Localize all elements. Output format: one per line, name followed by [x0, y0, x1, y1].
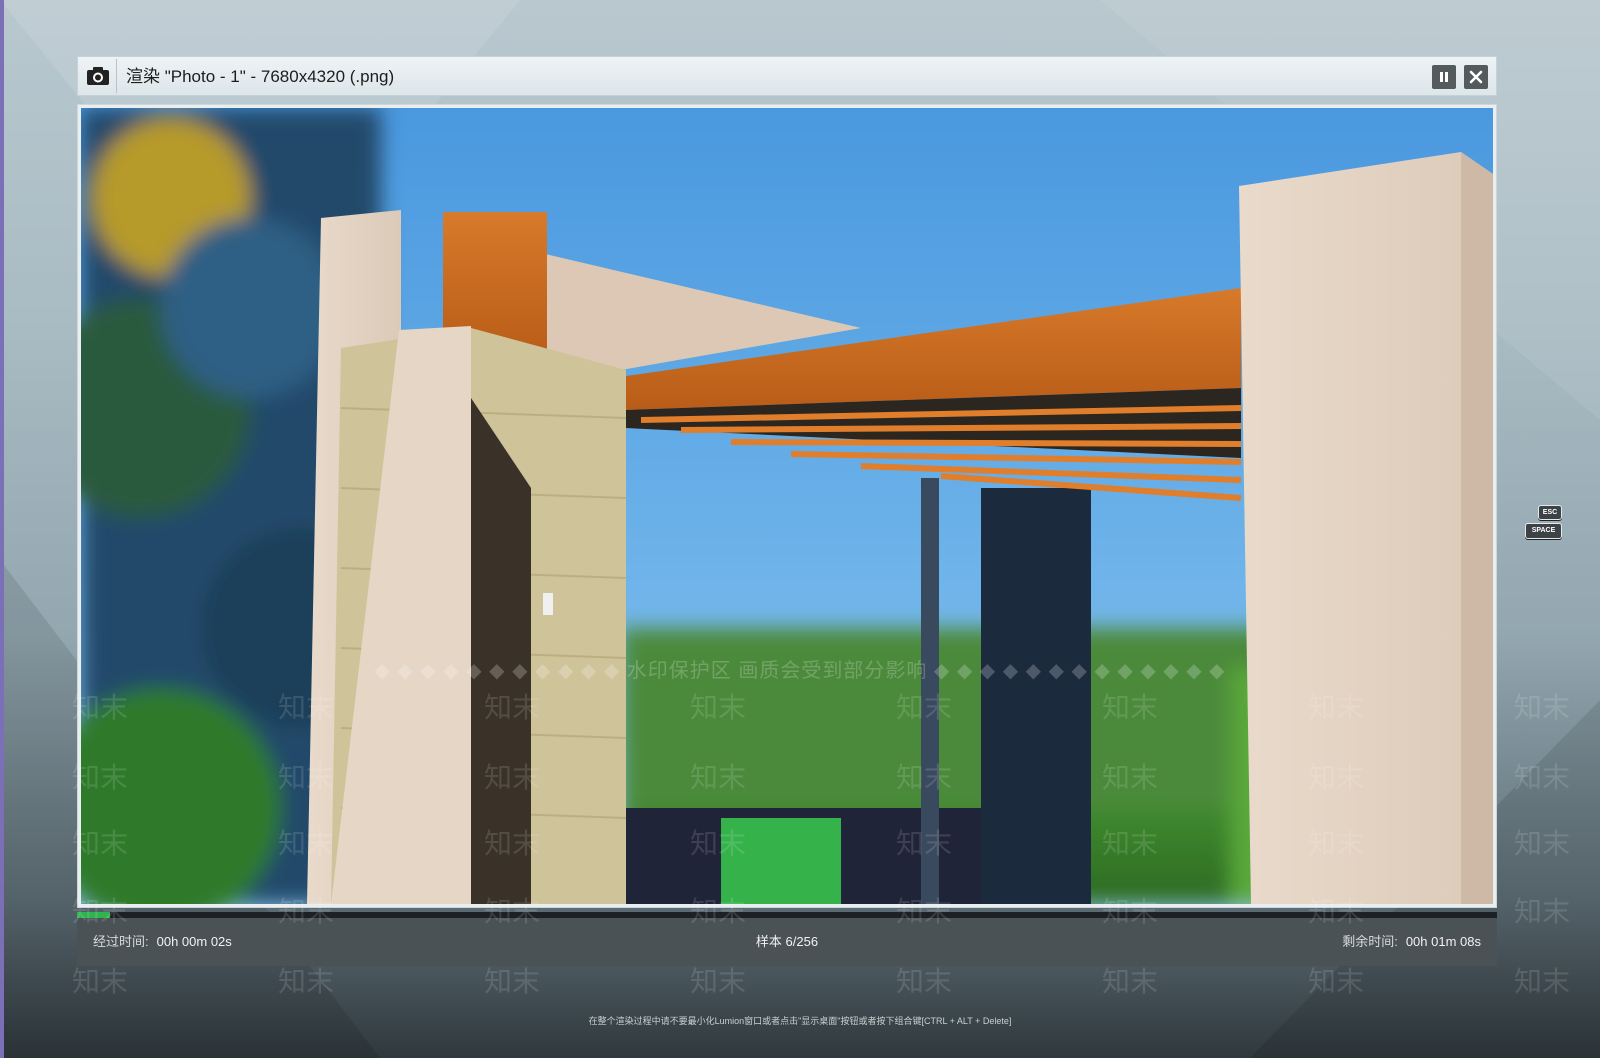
remaining-value: 00h 01m 08s [1405, 934, 1481, 949]
render-preview-frame [77, 104, 1497, 908]
remaining-time: 剩余时间: 00h 01m 08s [1342, 918, 1481, 966]
desktop-edge [0, 0, 4, 1058]
watermark-text: 知末 [1102, 965, 1159, 998]
elapsed-label: 经过时间: [93, 934, 149, 949]
close-icon [1469, 70, 1483, 84]
pause-button[interactable] [1432, 65, 1456, 89]
watermark-text: 知末 [484, 965, 541, 998]
watermark-text: 知末 [690, 965, 747, 998]
window-title: 渲染 "Photo - 1" - 7680x4320 (.png) [126, 67, 395, 86]
render-preview-image [81, 108, 1493, 904]
close-button[interactable] [1464, 65, 1488, 89]
elapsed-time: 经过时间: 00h 00m 02s [93, 918, 232, 966]
pause-icon [1440, 72, 1448, 82]
watermark-text: 知末 [72, 965, 129, 998]
esc-key-hint: ESC [1538, 505, 1562, 520]
render-status-bar: 样本 6/256 经过时间: 00h 00m 02s 剩余时间: 00h 01m 0… [77, 918, 1497, 966]
elapsed-value: 00h 00m 02s [156, 934, 232, 949]
watermark-text: 知末 [1514, 827, 1571, 860]
space-key-hint: SPACE [1525, 523, 1562, 539]
watermark-text: 知末 [1308, 965, 1365, 998]
watermark-text: 知末 [1514, 691, 1571, 724]
title-bar: 渲染 "Photo - 1" - 7680x4320 (.png) [77, 56, 1497, 96]
watermark-text: 知末 [1514, 761, 1571, 794]
watermark-text: 知末 [1514, 895, 1571, 928]
camera-icon[interactable] [80, 59, 117, 93]
watermark-text: 知末 [278, 965, 335, 998]
render-warning-note: 在整个渲染过程中请不要最小化Lumion窗口或者点击"显示桌面"按钮或者按下组合… [588, 1016, 1012, 1026]
remaining-label: 剩余时间: [1342, 934, 1398, 949]
watermark-text: 知末 [1514, 965, 1571, 998]
render-window: 渲染 "Photo - 1" - 7680x4320 (.png) 样本 6/2… [77, 56, 1497, 966]
watermark-text: 知末 [896, 965, 953, 998]
sample-count: 样本 6/256 [755, 934, 819, 949]
